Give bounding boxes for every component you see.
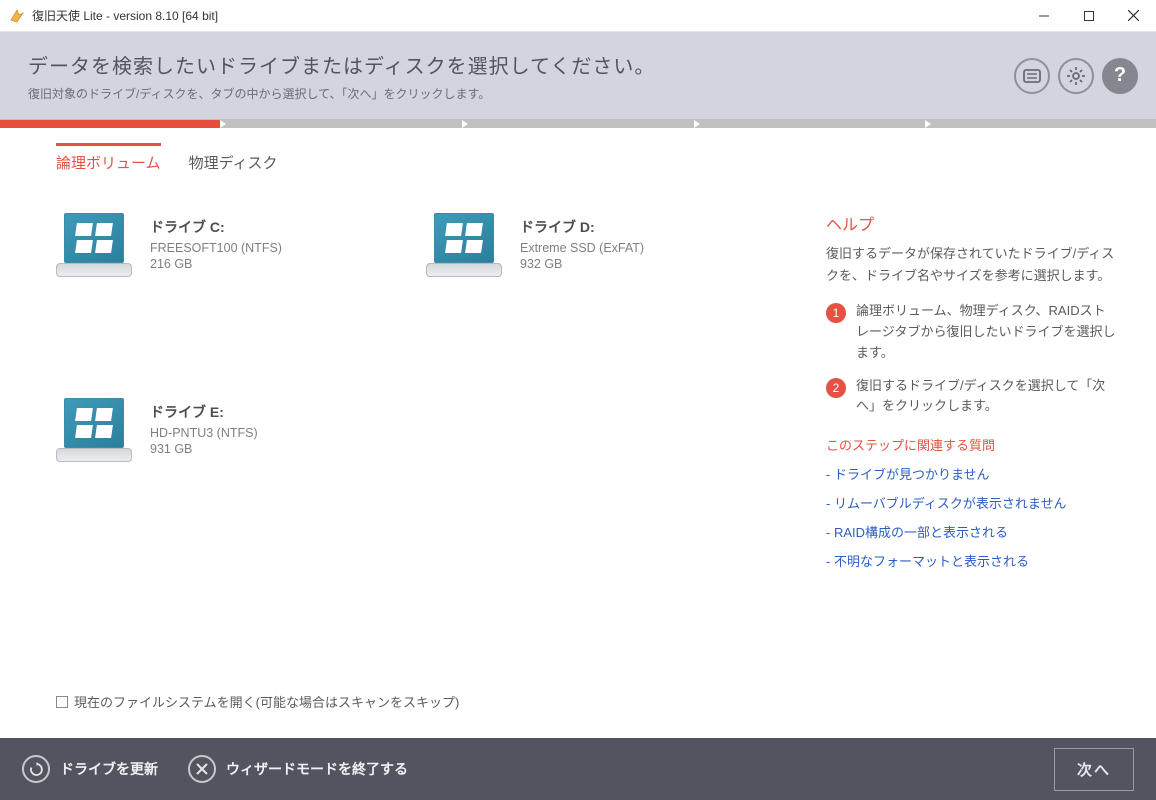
faq-link-unknown-format[interactable]: - 不明なフォーマットと表示される: [826, 551, 1116, 570]
faq-link-drive-not-found[interactable]: - ドライブが見つかりません: [826, 464, 1116, 483]
main-content: ドライブ C: FREESOFT100 (NTFS) 216 GB ドライブ D…: [0, 181, 1156, 580]
drive-icon: [56, 211, 134, 277]
drive-size: 931 GB: [150, 442, 258, 456]
tab-physical-disks[interactable]: 物理ディスク: [189, 152, 278, 181]
settings-icon[interactable]: [1058, 58, 1094, 94]
wizard-progress: [0, 120, 1156, 128]
titlebar: 復旧天使 Lite - version 8.10 [64 bit]: [0, 0, 1156, 32]
drive-desc: FREESOFT100 (NTFS): [150, 241, 282, 255]
exit-wizard-button[interactable]: ウィザードモードを終了する: [188, 755, 408, 783]
drive-icon: [426, 211, 504, 277]
drive-icon: [56, 396, 134, 462]
page-subtitle: 復旧対象のドライブ/ディスクを、タブの中から選択して、「次へ」をクリックします。: [28, 85, 1128, 102]
refresh-drives-button[interactable]: ドライブを更新: [22, 755, 158, 783]
tab-logical-volumes[interactable]: 論理ボリューム: [56, 143, 161, 181]
footer: ドライブを更新 ウィザードモードを終了する 次へ: [0, 738, 1156, 800]
help-icon[interactable]: ?: [1102, 58, 1138, 94]
page-title: データを検索したいドライブまたはディスクを選択してください。: [28, 50, 1128, 79]
faq-link-removable-missing[interactable]: - リムーバブルディスクが表示されません: [826, 493, 1116, 512]
drive-desc: HD-PNTU3 (NTFS): [150, 426, 258, 440]
drive-item-d[interactable]: ドライブ D: Extreme SSD (ExFAT) 932 GB: [426, 211, 756, 360]
help-intro: 復旧するデータが保存されていたドライブ/ディスクを、ドライブ名やサイズを参考に選…: [826, 243, 1116, 287]
window-controls: [1021, 0, 1156, 32]
step-badge: 2: [826, 378, 846, 398]
help-title: ヘルプ: [826, 211, 1116, 235]
drive-grid: ドライブ C: FREESOFT100 (NTFS) 216 GB ドライブ D…: [56, 211, 826, 580]
faq-link-raid-part[interactable]: - RAID構成の一部と表示される: [826, 522, 1116, 541]
app-icon: [8, 7, 26, 25]
window-title: 復旧天使 Lite - version 8.10 [64 bit]: [32, 7, 218, 24]
header: データを検索したいドライブまたはディスクを選択してください。 復旧対象のドライブ…: [0, 32, 1156, 120]
refresh-icon: [22, 755, 50, 783]
close-icon: [188, 755, 216, 783]
log-icon[interactable]: [1014, 58, 1050, 94]
checkbox-icon[interactable]: [56, 696, 68, 708]
help-step-2: 2 復旧するドライブ/ディスクを選択して「次へ」をクリックします。: [826, 376, 1116, 418]
help-step-1: 1 論理ボリューム、物理ディスク、RAIDストレージタブから復旧したいドライブを…: [826, 301, 1116, 363]
drive-size: 932 GB: [520, 257, 644, 271]
tab-bar: 論理ボリューム 物理ディスク: [0, 128, 1156, 181]
faq-title: このステップに関連する質問: [826, 435, 1116, 454]
skip-scan-label: 現在のファイルシステムを開く(可能な場合はスキャンをスキップ): [74, 692, 459, 711]
minimize-button[interactable]: [1021, 0, 1066, 32]
close-button[interactable]: [1111, 0, 1156, 32]
drive-item-c[interactable]: ドライブ C: FREESOFT100 (NTFS) 216 GB: [56, 211, 386, 360]
drive-item-e[interactable]: ドライブ E: HD-PNTU3 (NTFS) 931 GB: [56, 396, 386, 545]
drive-size: 216 GB: [150, 257, 282, 271]
drive-desc: Extreme SSD (ExFAT): [520, 241, 644, 255]
drive-name: ドライブ D:: [520, 217, 644, 237]
next-button[interactable]: 次へ: [1054, 748, 1134, 791]
maximize-button[interactable]: [1066, 0, 1111, 32]
skip-scan-row[interactable]: 現在のファイルシステムを開く(可能な場合はスキャンをスキップ): [56, 692, 459, 711]
drive-name: ドライブ C:: [150, 217, 282, 237]
step-badge: 1: [826, 303, 846, 323]
drive-name: ドライブ E:: [150, 402, 258, 422]
help-panel: ヘルプ 復旧するデータが保存されていたドライブ/ディスクを、ドライブ名やサイズを…: [826, 211, 1116, 580]
